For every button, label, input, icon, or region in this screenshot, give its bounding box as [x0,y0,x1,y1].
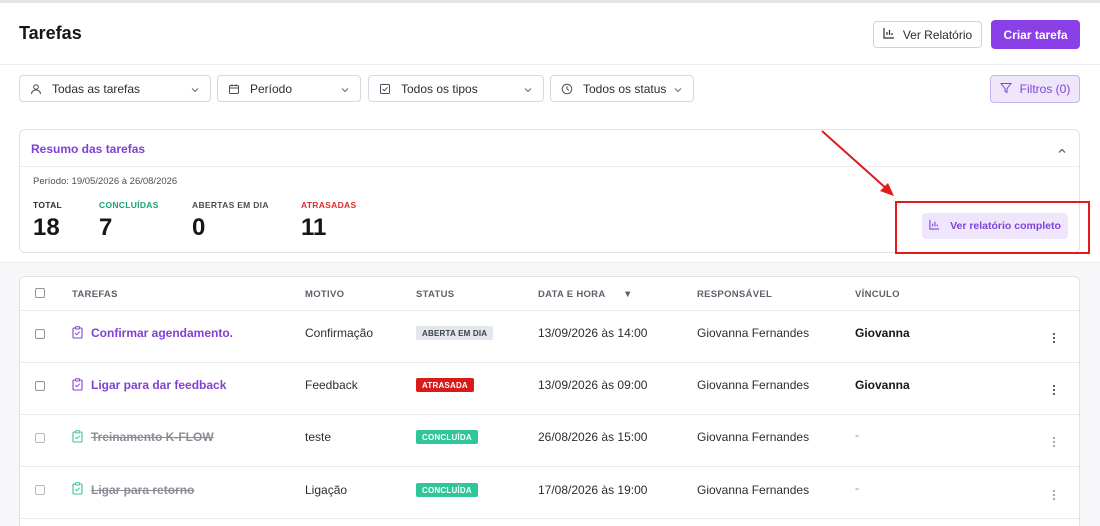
row-checkbox[interactable] [35,329,45,339]
checkbox-square-icon [379,83,395,95]
task-datetime: 13/09/2026 às 09:00 [538,378,648,392]
view-report-label: Ver Relatório [902,27,973,42]
task-owner: Giovanna Fernandes [697,378,810,392]
column-header-status[interactable]: STATUS [416,289,454,300]
table-row[interactable]: Ligar para retorno Ligação CONCLUÍDA 17/… [20,467,1079,519]
column-header-datetime[interactable]: DATA E HORA [538,289,606,300]
summary-period: Período: 19/05/2026 à 26/08/2026 [33,176,178,187]
task-name-link[interactable]: Ligar para dar feedback [91,378,226,392]
types-filter-label: Todos os tipos [401,81,478,96]
task-datetime: 26/08/2026 às 15:00 [538,430,648,444]
more-options-icon[interactable] [1052,383,1056,401]
bar-chart-icon [883,27,895,42]
task-reason: Ligação [305,483,348,497]
user-icon [30,83,46,95]
stat-completed: CONCLUÍDAS 7 [99,200,159,242]
tasks-filter-select[interactable]: Todas as tarefas [19,75,211,102]
task-name-link[interactable]: Treinamento K-FLOW [91,430,214,444]
task-link[interactable]: Giovanna [855,326,910,340]
column-header-link[interactable]: VÍNCULO [855,289,900,300]
row-checkbox[interactable] [35,433,45,443]
task-reason: Feedback [305,378,358,392]
status-filter-label: Todos os status [583,81,667,96]
calendar-icon [228,83,244,95]
table-row[interactable]: Ligar para dar feedback Feedback ATRASAD… [20,363,1079,415]
column-header-owner[interactable]: RESPONSÁVEL [697,289,772,300]
stat-value: 7 [99,214,113,241]
task-link: - [855,428,859,442]
stat-overdue: ATRASADAS 11 [301,200,356,242]
create-task-button[interactable]: Criar tarefa [991,20,1080,49]
task-link: - [855,481,859,495]
row-checkbox[interactable] [35,381,45,391]
stat-value: 11 [301,214,327,241]
filters-button-label: Filtros (0) [1019,82,1071,96]
task-clipboard-icon [72,430,83,448]
stat-value: 0 [192,214,206,241]
summary-title: Resumo das tarefas [31,142,146,156]
chevron-down-icon [340,84,350,98]
more-options-icon[interactable] [1052,435,1056,453]
status-badge: ABERTA EM DIA [416,326,494,340]
task-clipboard-icon [72,326,83,344]
task-reason: Confirmação [305,326,374,340]
table-header: TAREFAS MOTIVO STATUS DATA E HORA ▼ RESP… [20,277,1079,311]
chevron-down-icon [190,84,200,98]
stat-label: ATRASADAS [301,200,357,210]
period-filter-label: Período [250,81,293,96]
task-link[interactable]: Giovanna [855,378,910,392]
column-header-tasks[interactable]: TAREFAS [72,289,118,300]
status-badge: ATRASADA [416,378,474,392]
stat-value: 18 [33,214,60,241]
page-title: Tarefas [19,23,82,43]
task-datetime: 13/09/2026 às 14:00 [538,326,648,340]
task-clipboard-icon [72,378,83,396]
table-row[interactable]: Confirmar agendamento. Confirmação ABERT… [20,311,1079,363]
stat-label: TOTAL [33,200,63,210]
task-reason: teste [305,430,332,444]
chevron-down-icon [523,84,533,98]
task-owner: Giovanna Fernandes [697,326,810,340]
task-owner: Giovanna Fernandes [697,430,810,444]
sort-desc-icon[interactable]: ▼ [623,289,633,300]
stat-label: CONCLUÍDAS [99,200,159,210]
stat-label: ABERTAS EM DIA [192,200,269,210]
stat-total: TOTAL 18 [33,200,62,242]
task-name-link[interactable]: Ligar para retorno [91,483,194,497]
row-checkbox[interactable] [35,485,45,495]
table-row[interactable]: Treinamento K-FLOW teste CONCLUÍDA 26/08… [20,415,1079,467]
status-badge: CONCLUÍDA [416,483,478,497]
view-report-button[interactable]: Ver Relatório [873,21,982,48]
chevron-up-icon[interactable] [1057,143,1067,161]
stat-open-on-time: ABERTAS EM DIA 0 [192,200,269,242]
summary-header[interactable]: Resumo das tarefas [20,130,1079,167]
task-clipboard-icon [72,482,83,500]
annotation-highlight-box [895,201,1090,254]
task-owner: Giovanna Fernandes [697,483,810,497]
clock-icon [561,83,577,95]
period-filter-select[interactable]: Período [217,75,361,102]
page-header: Tarefas Ver Relatório Criar tarefa [0,3,1100,65]
more-options-icon[interactable] [1052,488,1056,506]
column-header-reason[interactable]: MOTIVO [305,289,344,300]
task-datetime: 17/08/2026 às 19:00 [538,483,648,497]
types-filter-select[interactable]: Todos os tipos [368,75,544,102]
select-all-checkbox[interactable] [35,288,45,298]
filters-button[interactable]: Filtros (0) [990,75,1080,103]
task-name-link[interactable]: Confirmar agendamento. [91,326,233,340]
more-options-icon[interactable] [1052,331,1056,349]
chevron-down-icon [673,84,683,98]
status-badge: CONCLUÍDA [416,430,478,444]
tasks-table: TAREFAS MOTIVO STATUS DATA E HORA ▼ RESP… [19,276,1080,526]
tasks-filter-label: Todas as tarefas [52,81,141,96]
funnel-icon [999,82,1012,97]
status-filter-select[interactable]: Todos os status [550,75,694,102]
